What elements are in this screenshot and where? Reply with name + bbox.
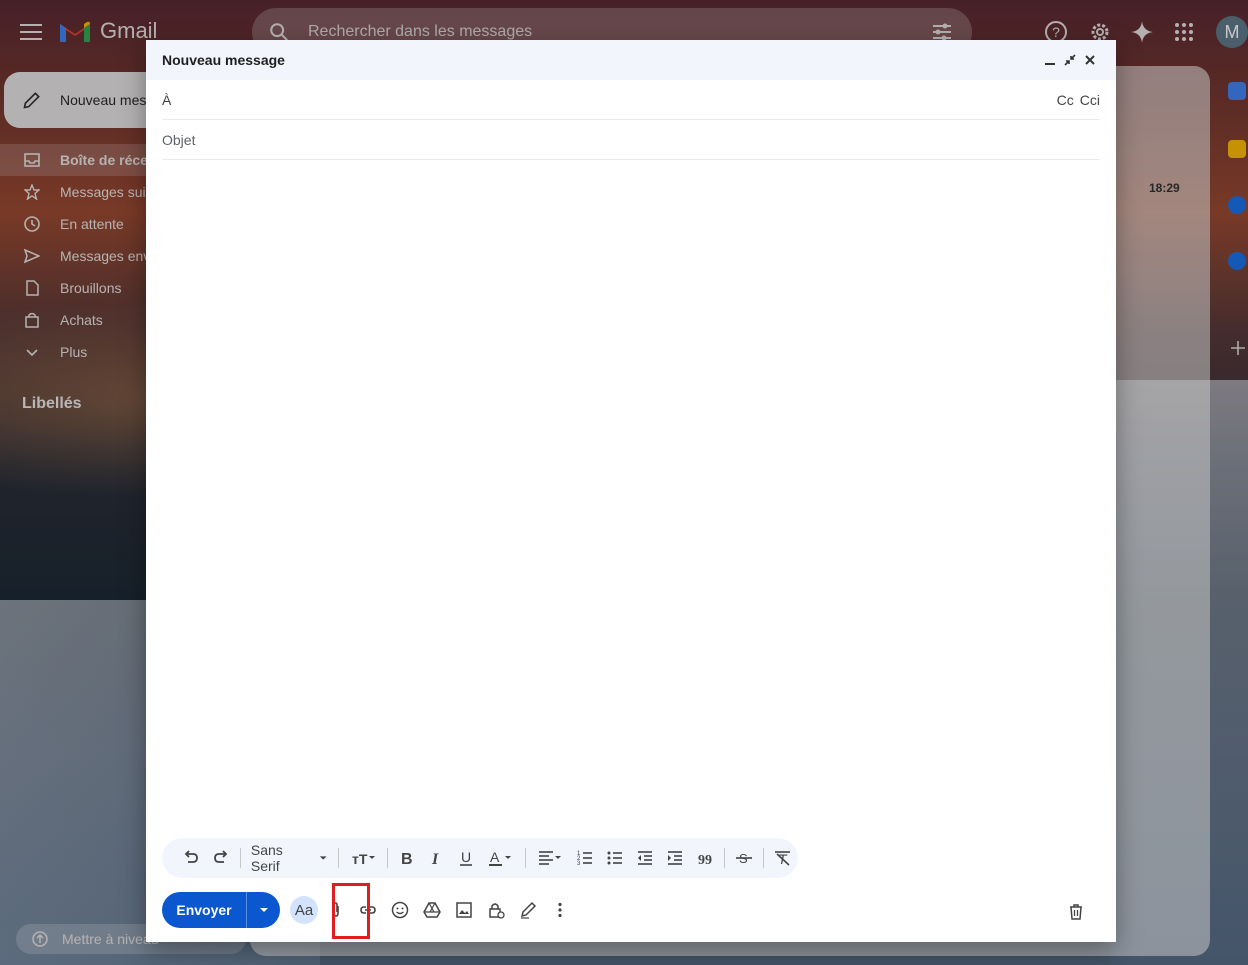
cc-link[interactable]: Cc xyxy=(1057,92,1074,108)
align-icon[interactable] xyxy=(530,843,570,873)
toolbar-divider xyxy=(386,848,388,868)
remove-formatting-icon[interactable]: T xyxy=(768,843,798,873)
svg-text:I: I xyxy=(431,851,439,867)
formatting-options-icon[interactable]: Aa xyxy=(290,896,318,924)
to-label: À xyxy=(162,91,172,108)
font-family-value: Sans Serif xyxy=(250,842,283,874)
compose-title: Nouveau message xyxy=(162,52,285,68)
underline-icon[interactable]: U xyxy=(451,843,481,873)
text-color-icon[interactable]: A xyxy=(481,843,521,873)
insert-photo-icon[interactable] xyxy=(448,894,480,926)
discard-draft-trash-icon[interactable] xyxy=(1060,896,1092,928)
italic-icon[interactable]: I xyxy=(421,843,451,873)
svg-text:99: 99 xyxy=(698,853,712,867)
send-button[interactable]: Envoyer xyxy=(162,892,246,928)
undo-icon[interactable] xyxy=(176,843,206,873)
dropdown-arrow-icon xyxy=(320,856,327,860)
to-field-row: À Cc Cci xyxy=(162,80,1100,120)
toolbar-divider xyxy=(525,848,527,868)
toolbar-divider xyxy=(337,848,339,868)
attach-highlight-box xyxy=(332,883,370,939)
close-icon[interactable] xyxy=(1080,50,1100,70)
emoji-icon[interactable] xyxy=(384,894,416,926)
subject-input[interactable] xyxy=(162,131,1100,148)
exit-fullscreen-icon[interactable] xyxy=(1060,50,1080,70)
google-drive-icon[interactable] xyxy=(416,894,448,926)
to-input[interactable] xyxy=(171,91,1051,108)
font-size-icon[interactable]: тT xyxy=(343,843,383,873)
formatting-toolbar: Sans Serif тT B I U A 123 99 S T xyxy=(162,838,798,878)
svg-text:B: B xyxy=(401,851,413,867)
minimize-icon[interactable] xyxy=(1040,50,1060,70)
more-options-icon[interactable] xyxy=(544,894,576,926)
compose-header: Nouveau message xyxy=(146,40,1116,80)
strikethrough-icon[interactable]: S xyxy=(729,843,759,873)
compose-dialog: Nouveau message À Cc Cci Sans Serif тT B… xyxy=(146,40,1116,942)
schedule-send-dropdown[interactable] xyxy=(246,892,280,928)
compose-action-bar: Envoyer Aa xyxy=(162,883,1100,939)
message-body-input[interactable] xyxy=(162,164,1100,834)
redo-icon[interactable] xyxy=(206,843,236,873)
bold-icon[interactable]: B xyxy=(391,843,421,873)
toolbar-divider xyxy=(763,848,764,868)
svg-text:A: A xyxy=(490,849,500,865)
bulleted-list-icon[interactable] xyxy=(600,843,630,873)
svg-text:тT: тT xyxy=(352,851,368,867)
bcc-link[interactable]: Cci xyxy=(1080,92,1100,108)
numbered-list-icon[interactable]: 123 xyxy=(570,843,600,873)
toolbar-divider xyxy=(724,848,726,868)
increase-indent-icon[interactable] xyxy=(660,843,690,873)
svg-text:3: 3 xyxy=(577,861,581,867)
send-button-group: Envoyer xyxy=(162,892,280,928)
font-family-select[interactable]: Sans Serif xyxy=(245,842,334,874)
svg-text:U: U xyxy=(461,849,471,865)
signature-pen-icon[interactable] xyxy=(512,894,544,926)
dropdown-arrow-icon xyxy=(259,908,268,912)
confidential-mode-icon[interactable] xyxy=(480,894,512,926)
toolbar-divider xyxy=(240,848,241,868)
subject-field-row xyxy=(162,120,1100,160)
quote-icon[interactable]: 99 xyxy=(690,843,720,873)
decrease-indent-icon[interactable] xyxy=(630,843,660,873)
